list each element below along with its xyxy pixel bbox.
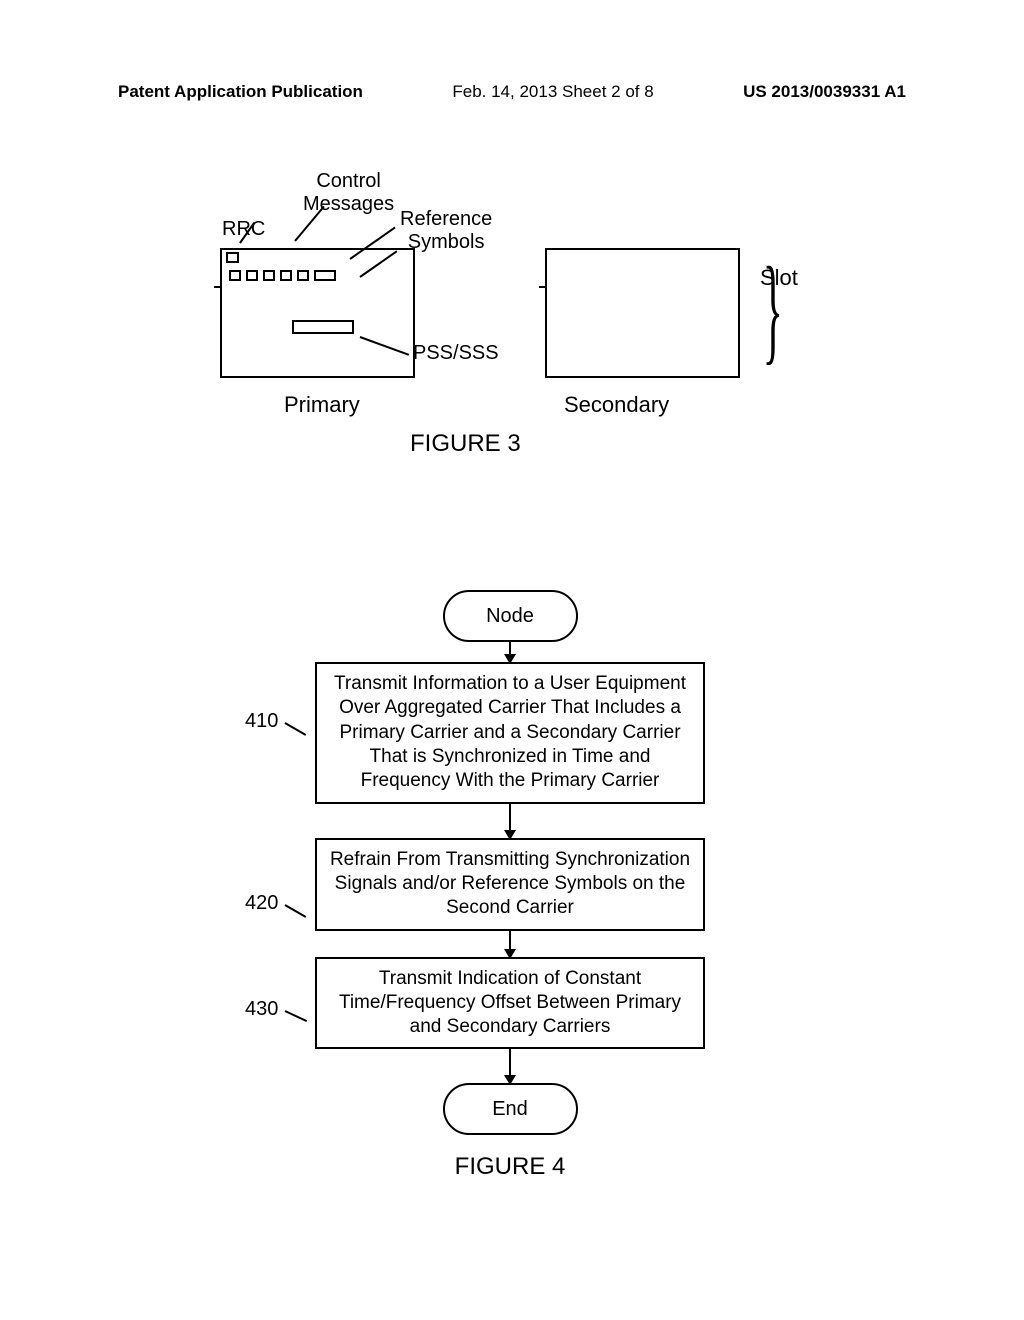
flowchart-end: End bbox=[443, 1083, 578, 1135]
cm-marker bbox=[263, 270, 275, 281]
secondary-slot-box bbox=[545, 248, 740, 378]
flowchart-step-430: Transmit Indication of Constant Time/Fre… bbox=[315, 957, 705, 1050]
arrow-down-icon bbox=[509, 804, 511, 838]
arrow-down-icon bbox=[509, 1049, 511, 1083]
refnum-420: 420 bbox=[245, 892, 278, 915]
header-right: US 2013/0039331 A1 bbox=[743, 82, 906, 102]
leader-line bbox=[285, 722, 307, 736]
label-secondary: Secondary bbox=[564, 392, 669, 418]
leader-line bbox=[285, 1010, 308, 1022]
refnum-430: 430 bbox=[245, 998, 278, 1021]
cm-marker bbox=[280, 270, 292, 281]
figure-3: Control Messages RRC Reference Symbols P… bbox=[200, 160, 820, 460]
pss-sss-marker bbox=[292, 320, 354, 334]
label-primary: Primary bbox=[284, 392, 360, 418]
cm-marker bbox=[229, 270, 241, 281]
control-message-markers bbox=[229, 270, 336, 281]
cm-marker bbox=[246, 270, 258, 281]
label-pss-sss: PSS/SSS bbox=[413, 342, 499, 365]
step-text: Refrain From Transmitting Synchronizatio… bbox=[330, 849, 690, 919]
flowchart-start: Node bbox=[443, 590, 578, 642]
slot-brace-icon: } bbox=[763, 252, 783, 366]
primary-slot-box bbox=[220, 248, 415, 378]
flowchart-step-410: Transmit Information to a User Equipment… bbox=[315, 662, 705, 804]
cm-marker bbox=[314, 270, 336, 281]
end-label: End bbox=[492, 1098, 528, 1121]
start-label: Node bbox=[486, 605, 534, 628]
step-text: Transmit Information to a User Equipment… bbox=[334, 673, 686, 791]
page-header: Patent Application Publication Feb. 14, … bbox=[0, 82, 1024, 102]
arrow-down-icon bbox=[509, 931, 511, 957]
label-control-messages: Control Messages bbox=[303, 170, 394, 216]
cm-marker bbox=[297, 270, 309, 281]
leader-line bbox=[285, 904, 307, 918]
figure-3-caption: FIGURE 3 bbox=[410, 430, 521, 458]
arrow-down-icon bbox=[509, 642, 511, 662]
refnum-410: 410 bbox=[245, 710, 278, 733]
figure-4: Node Transmit Information to a User Equi… bbox=[250, 590, 770, 1181]
figure-4-caption: FIGURE 4 bbox=[250, 1153, 770, 1181]
flowchart-step-420: Refrain From Transmitting Synchronizatio… bbox=[315, 838, 705, 931]
header-middle: Feb. 14, 2013 Sheet 2 of 8 bbox=[452, 82, 653, 102]
header-left: Patent Application Publication bbox=[118, 82, 363, 102]
rrc-marker bbox=[226, 252, 239, 263]
step-text: Transmit Indication of Constant Time/Fre… bbox=[339, 968, 681, 1038]
